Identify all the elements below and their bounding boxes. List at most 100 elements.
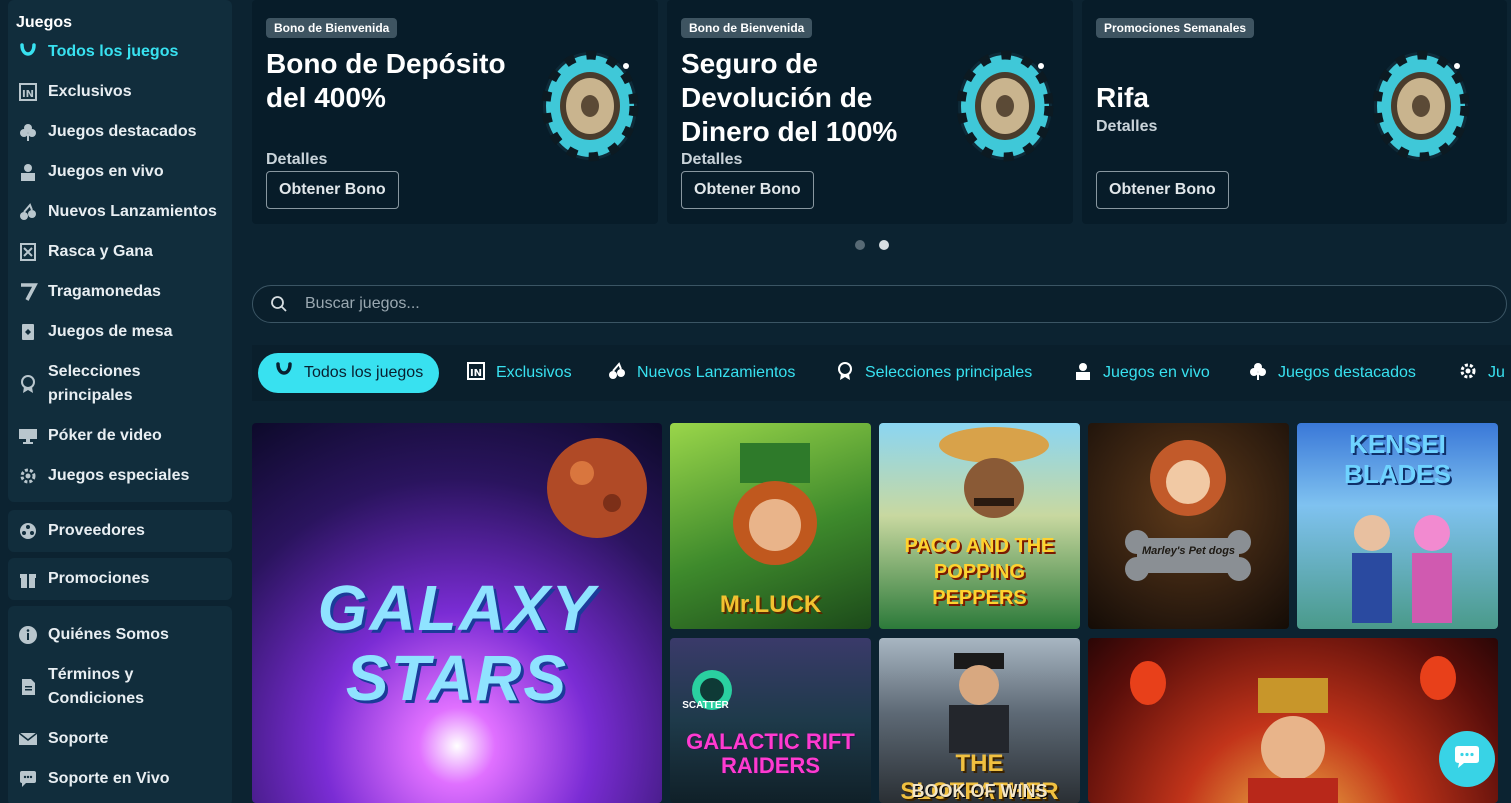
- scratch-card-icon: [18, 242, 38, 262]
- gift-icon: [18, 569, 38, 589]
- sidebar-item-slots[interactable]: Tragamonedas: [18, 280, 161, 304]
- info-icon: [18, 625, 38, 645]
- cherries-icon: [18, 202, 38, 222]
- game-title: Marley's Pet dogs: [1141, 545, 1236, 557]
- search-icon: [259, 295, 299, 313]
- promo-card-deposit-bonus[interactable]: Bono de Bienvenida Bono de Depósito del …: [252, 0, 658, 224]
- get-bonus-button[interactable]: Obtener Bono: [681, 171, 814, 209]
- sidebar-item-about[interactable]: Quiénes Somos: [18, 623, 169, 647]
- fortune-god-icon: [1248, 678, 1338, 803]
- promo-title: Rifa: [1096, 82, 1149, 113]
- sidebar-item-providers[interactable]: Proveedores: [18, 519, 145, 543]
- game-tile-kensei-blades[interactable]: KENSEI BLADES: [1297, 423, 1498, 629]
- sidebar-item-live[interactable]: Juegos en vivo: [18, 160, 164, 184]
- game-tile-mr-luck[interactable]: Mr.LUCK: [670, 423, 871, 629]
- game-tile-paco-peppers[interactable]: PACO AND THE POPPING PEPPERS: [879, 423, 1080, 629]
- sidebar-item-exclusives[interactable]: IN Exclusivos: [18, 80, 132, 104]
- leprechaun-icon: [733, 443, 817, 565]
- promo-card-cashback-insurance[interactable]: Bono de Bienvenida Seguro de Devolución …: [667, 0, 1073, 224]
- document-icon: [18, 677, 38, 697]
- tab-new-releases[interactable]: Nuevos Lanzamientos: [607, 353, 795, 393]
- sidebar-item-live-support[interactable]: Soporte en Vivo: [18, 767, 170, 791]
- poker-chip-icon: [956, 50, 1054, 162]
- game-tile-marleys-pet-dogs[interactable]: Marley's Pet dogs: [1088, 423, 1289, 629]
- tab-top-picks[interactable]: Selecciones principales: [835, 353, 1032, 393]
- planet-icon: [547, 438, 647, 538]
- sidebar: Juegos Todos los juegos IN Exclusivos Ju…: [0, 0, 240, 803]
- game-title: Mr.LUCK: [719, 591, 822, 618]
- carousel-dot-active[interactable]: [879, 240, 889, 250]
- award-icon: [18, 374, 38, 394]
- promo-card-raffle[interactable]: Promociones Semanales Rifa Detalles Obte…: [1082, 0, 1507, 224]
- in-badge-icon: IN: [466, 361, 486, 386]
- in-badge-icon: IN: [18, 82, 38, 102]
- tab-specialty[interactable]: Ju: [1458, 353, 1505, 393]
- promo-badge: Bono de Bienvenida: [681, 18, 813, 38]
- tab-all-games[interactable]: Todos los juegos: [258, 353, 440, 393]
- promo-title: Bono de Depósito del 400%: [266, 48, 506, 113]
- sidebar-item-specialty[interactable]: Juegos especiales: [18, 464, 189, 488]
- tab-exclusives[interactable]: IN Exclusivos: [466, 353, 572, 393]
- carousel-dot[interactable]: [855, 240, 865, 250]
- sidebar-item-terms[interactable]: Términos y Condiciones: [18, 663, 198, 711]
- game-title: GALAXY STARS: [317, 572, 597, 714]
- tab-live-games[interactable]: Juegos en vivo: [1073, 353, 1210, 393]
- promo-badge: Promociones Semanales: [1096, 18, 1255, 38]
- cherries-icon: [607, 361, 627, 386]
- scatter-label: SCATTER: [682, 700, 729, 711]
- promo-details-link[interactable]: Detalles: [681, 151, 742, 169]
- game-tile-slotfather[interactable]: THE SLOTFATHER BOOK OF WINS: [879, 638, 1080, 803]
- game-subtitle: BOOK OF WINS: [911, 781, 1048, 801]
- promotions-panel: Promociones: [8, 558, 232, 600]
- games-section-title: Juegos: [16, 14, 73, 31]
- horseshoe-icon: [18, 42, 38, 62]
- get-bonus-button[interactable]: Obtener Bono: [1096, 171, 1229, 209]
- game-tile-galactic-rift-raiders[interactable]: SCATTER GALACTIC RIFT RAIDERS: [670, 638, 871, 803]
- seven-icon: [18, 282, 38, 302]
- gear-icon: [1458, 361, 1478, 386]
- promo-details-link[interactable]: Detalles: [266, 151, 327, 169]
- clover-icon: [18, 122, 38, 142]
- sidebar-item-table-games[interactable]: Juegos de mesa: [18, 320, 173, 344]
- gear-icon: [18, 466, 38, 486]
- video-poker-icon: [18, 426, 38, 446]
- game-title: GALACTIC RIFT RAIDERS: [686, 729, 855, 778]
- lantern-icon: [1130, 661, 1166, 705]
- search-input[interactable]: [305, 295, 1405, 313]
- mobster-icon: [949, 653, 1009, 753]
- cards-icon: [18, 322, 38, 342]
- sidebar-item-scratch[interactable]: Rasca y Gana: [18, 240, 153, 264]
- tab-featured[interactable]: Juegos destacados: [1248, 353, 1416, 393]
- svg-text:IN: IN: [470, 368, 482, 379]
- carousel-dots: [855, 240, 889, 250]
- svg-text:IN: IN: [22, 89, 34, 100]
- chat-bubble-icon: [1453, 745, 1481, 774]
- game-title: PACO AND THE POPPING PEPPERS: [904, 535, 1055, 609]
- sidebar-item-support[interactable]: Soporte: [18, 727, 108, 751]
- sidebar-item-video-poker[interactable]: Póker de video: [18, 424, 162, 448]
- sidebar-item-featured[interactable]: Juegos destacados: [18, 120, 197, 144]
- chat-bubble-icon: [18, 769, 38, 789]
- horseshoe-icon: [274, 361, 294, 386]
- dealer-icon: [18, 162, 38, 182]
- game-tile-galaxy-stars[interactable]: GALAXY STARS: [252, 423, 662, 803]
- live-chat-button[interactable]: [1439, 731, 1495, 787]
- promo-badge: Bono de Bienvenida: [266, 18, 398, 38]
- mail-icon: [18, 729, 38, 749]
- providers-icon: [18, 521, 38, 541]
- sidebar-item-promotions[interactable]: Promociones: [18, 567, 149, 591]
- sidebar-item-top-picks[interactable]: Selecciones principales: [18, 360, 198, 408]
- poker-chip-icon: [1372, 50, 1470, 162]
- category-tabs: Todos los juegos IN Exclusivos Nuevos La…: [252, 345, 1511, 401]
- sidebar-item-all-games[interactable]: Todos los juegos: [18, 40, 178, 64]
- poker-chip-icon: [541, 50, 639, 162]
- clover-icon: [1248, 361, 1268, 386]
- sombrero-man-icon: [939, 427, 1049, 518]
- lantern-icon: [1420, 656, 1456, 700]
- game-tile-fortune-god[interactable]: [1088, 638, 1498, 803]
- sidebar-item-new-releases[interactable]: Nuevos Lanzamientos: [18, 200, 217, 224]
- girl-portrait-icon: [1150, 440, 1226, 516]
- get-bonus-button[interactable]: Obtener Bono: [266, 171, 399, 209]
- promo-details-link[interactable]: Detalles: [1096, 118, 1157, 136]
- game-title: KENSEI BLADES: [1344, 429, 1451, 489]
